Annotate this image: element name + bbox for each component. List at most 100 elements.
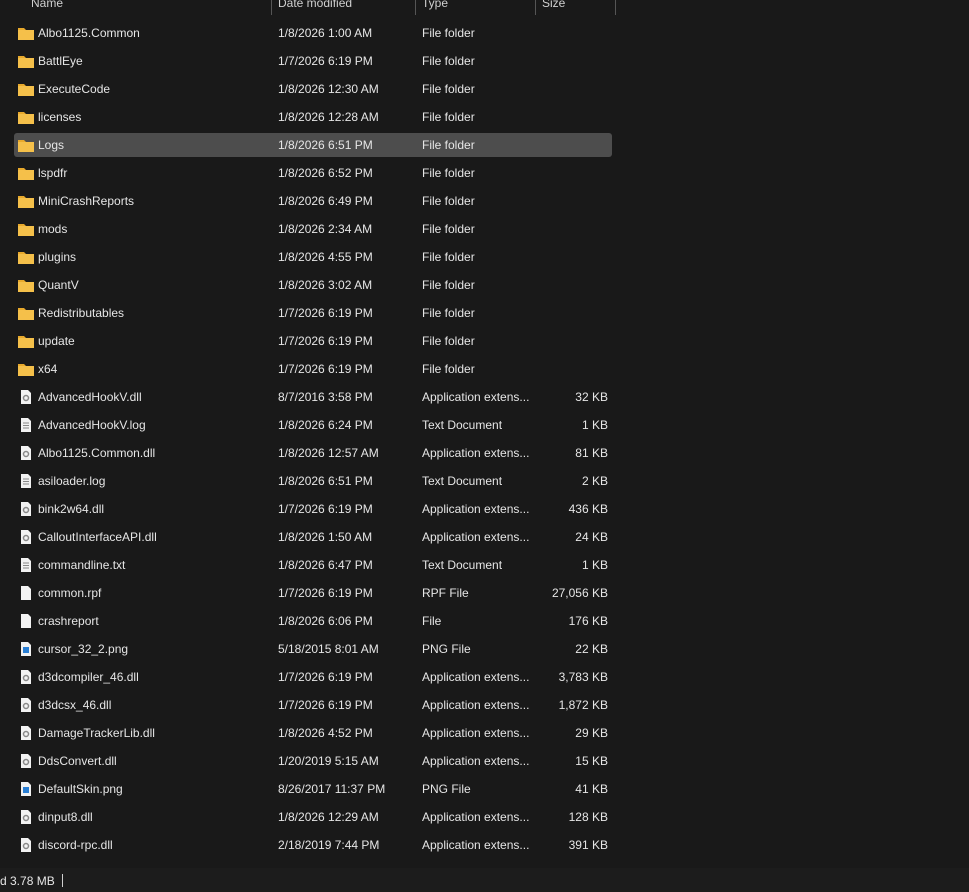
file-row[interactable]: d3dcsx_46.dll 1/7/2026 6:19 PM Application… [14, 693, 612, 717]
file-row[interactable]: update 1/7/2026 6:19 PM File folder [14, 329, 612, 353]
folder-icon [18, 250, 34, 264]
column-divider[interactable] [535, 0, 536, 15]
file-row[interactable]: Albo1125.Common.dll 1/8/2026 12:57 AM Appl… [14, 441, 612, 465]
dll-icon [18, 670, 34, 684]
file-date: 1/7/2026 6:19 PM [278, 698, 373, 712]
status-divider [62, 874, 63, 887]
folder-icon [18, 306, 34, 320]
column-divider[interactable] [271, 0, 272, 15]
file-type: Application extens... [422, 502, 530, 516]
file-type: File folder [422, 278, 475, 292]
file-date: 1/7/2026 6:19 PM [278, 54, 373, 68]
file-name: Redistributables [38, 306, 125, 320]
column-type[interactable]: Type [422, 0, 448, 10]
folder-icon [18, 222, 34, 236]
folder-icon [18, 166, 34, 180]
folder-icon [18, 334, 34, 348]
file-date: 1/20/2019 5:15 AM [278, 754, 379, 768]
file-type: File folder [422, 250, 475, 264]
column-divider[interactable] [615, 0, 616, 15]
file-type: Application extens... [422, 838, 530, 852]
folder-icon [18, 82, 34, 96]
file-size: 15 KB [575, 754, 608, 768]
column-divider[interactable] [415, 0, 416, 15]
file-type: Application extens... [422, 446, 530, 460]
file-date: 1/8/2026 4:52 PM [278, 726, 373, 740]
dll-icon [18, 446, 34, 460]
file-row[interactable]: Redistributables 1/7/2026 6:19 PM File fol… [14, 301, 612, 325]
column-size[interactable]: Size [542, 0, 565, 10]
file-type: File folder [422, 194, 475, 208]
file-row[interactable]: lspdfr 1/8/2026 6:52 PM File folder [14, 161, 612, 185]
file-row[interactable]: BattlEye 1/7/2026 6:19 PM File folder [14, 49, 612, 73]
file-size: 81 KB [575, 446, 608, 460]
file-type: File folder [422, 362, 475, 376]
file-type: Application extens... [422, 530, 530, 544]
file-row[interactable]: cursor_32_2.png 5/18/2015 8:01 AM PNG File… [14, 637, 612, 661]
image-icon [18, 782, 34, 796]
file-row[interactable]: common.rpf 1/7/2026 6:19 PM RPF File 27,056… [14, 581, 612, 605]
file-row[interactable]: AdvancedHookV.log 1/8/2026 6:24 PM Text Do… [14, 413, 612, 437]
file-date: 1/7/2026 6:19 PM [278, 334, 373, 348]
file-type: Application extens... [422, 390, 530, 404]
file-row[interactable]: commandline.txt 1/8/2026 6:47 PM Text Docu… [14, 553, 612, 577]
file-type: RPF File [422, 586, 469, 600]
file-row[interactable]: x64 1/7/2026 6:19 PM File folder [14, 357, 612, 381]
file-size: 176 KB [568, 614, 608, 628]
dll-icon [18, 726, 34, 740]
file-type: File [422, 614, 442, 628]
file-row[interactable]: dinput8.dll 1/8/2026 12:29 AM Application … [14, 805, 612, 829]
file-type: PNG File [422, 642, 471, 656]
file-row[interactable]: MiniCrashReports 1/8/2026 6:49 PM File fol… [14, 189, 612, 213]
file-row[interactable]: bink2w64.dll 1/7/2026 6:19 PM Application … [14, 497, 612, 521]
file-row[interactable]: AdvancedHookV.dll 8/7/2016 3:58 PM Applica… [14, 385, 612, 409]
dll-icon [18, 502, 34, 516]
file-row[interactable]: plugins 1/8/2026 4:55 PM File folder [14, 245, 612, 269]
file-date: 1/7/2026 6:19 PM [278, 306, 373, 320]
file-row[interactable]: CalloutInterfaceAPI.dll 1/8/2026 1:50 AM A… [14, 525, 612, 549]
file-row[interactable]: Logs 1/8/2026 6:51 PM File folder [14, 133, 612, 157]
file-date: 1/7/2026 6:19 PM [278, 670, 373, 684]
file-row[interactable]: DefaultSkin.png 8/26/2017 11:37 PM PNG Fil… [14, 777, 612, 801]
file-size: 22 KB [575, 642, 608, 656]
file-type: Text Document [422, 474, 503, 488]
file-size: 1 KB [581, 558, 608, 572]
file-row[interactable]: ExecuteCode 1/8/2026 12:30 AM File folder [14, 77, 612, 101]
file-row[interactable]: licenses 1/8/2026 12:28 AM File folder [14, 105, 612, 129]
file-row[interactable]: crashreport 1/8/2026 6:06 PM File 176 KB [14, 609, 612, 633]
file-type: File folder [422, 138, 475, 152]
column-name[interactable]: Name [31, 0, 63, 10]
file-name: DdsConvert.dll [38, 754, 117, 768]
file-type: File folder [422, 54, 475, 68]
file-date: 1/8/2026 1:00 AM [278, 26, 373, 40]
file-row[interactable]: asiloader.log 1/8/2026 6:51 PM Text Docume… [14, 469, 612, 493]
file-row[interactable]: QuantV 1/8/2026 3:02 AM File folder [14, 273, 612, 297]
column-date[interactable]: Date modified [278, 0, 352, 10]
file-name: bink2w64.dll [38, 502, 105, 516]
file-type: File folder [422, 222, 475, 236]
file-name: lspdfr [38, 166, 68, 180]
file-row[interactable]: discord-rpc.dll 2/18/2019 7:44 PM Applicat… [14, 833, 612, 857]
file-row[interactable]: DamageTrackerLib.dll 1/8/2026 4:52 PM Appl… [14, 721, 612, 745]
file-type: File folder [422, 26, 475, 40]
file-row[interactable]: d3dcompiler_46.dll 1/7/2026 6:19 PM Applic… [14, 665, 612, 689]
file-name: licenses [38, 110, 82, 124]
file-date: 8/26/2017 11:37 PM [278, 782, 386, 796]
file-date: 1/8/2026 6:06 PM [278, 614, 373, 628]
file-name: CalloutInterfaceAPI.dll [38, 530, 157, 544]
file-size: 24 KB [575, 530, 608, 544]
file-size: 391 KB [568, 838, 608, 852]
file-row[interactable]: Albo1125.Common 1/8/2026 1:00 AM File fold… [14, 21, 612, 45]
file-type: Text Document [422, 418, 503, 432]
status-bar: d 3.78 MB [0, 868, 969, 892]
folder-icon [18, 26, 34, 40]
file-name: AdvancedHookV.log [38, 418, 146, 432]
file-name: common.rpf [38, 586, 102, 600]
dll-icon [18, 530, 34, 544]
file-name: MiniCrashReports [38, 194, 135, 208]
file-type: File folder [422, 334, 475, 348]
file-name: ExecuteCode [38, 82, 111, 96]
file-row[interactable]: mods 1/8/2026 2:34 AM File folder [14, 217, 612, 241]
file-row[interactable]: DdsConvert.dll 1/20/2019 5:15 AM Applicati… [14, 749, 612, 773]
file-type: Application extens... [422, 754, 530, 768]
